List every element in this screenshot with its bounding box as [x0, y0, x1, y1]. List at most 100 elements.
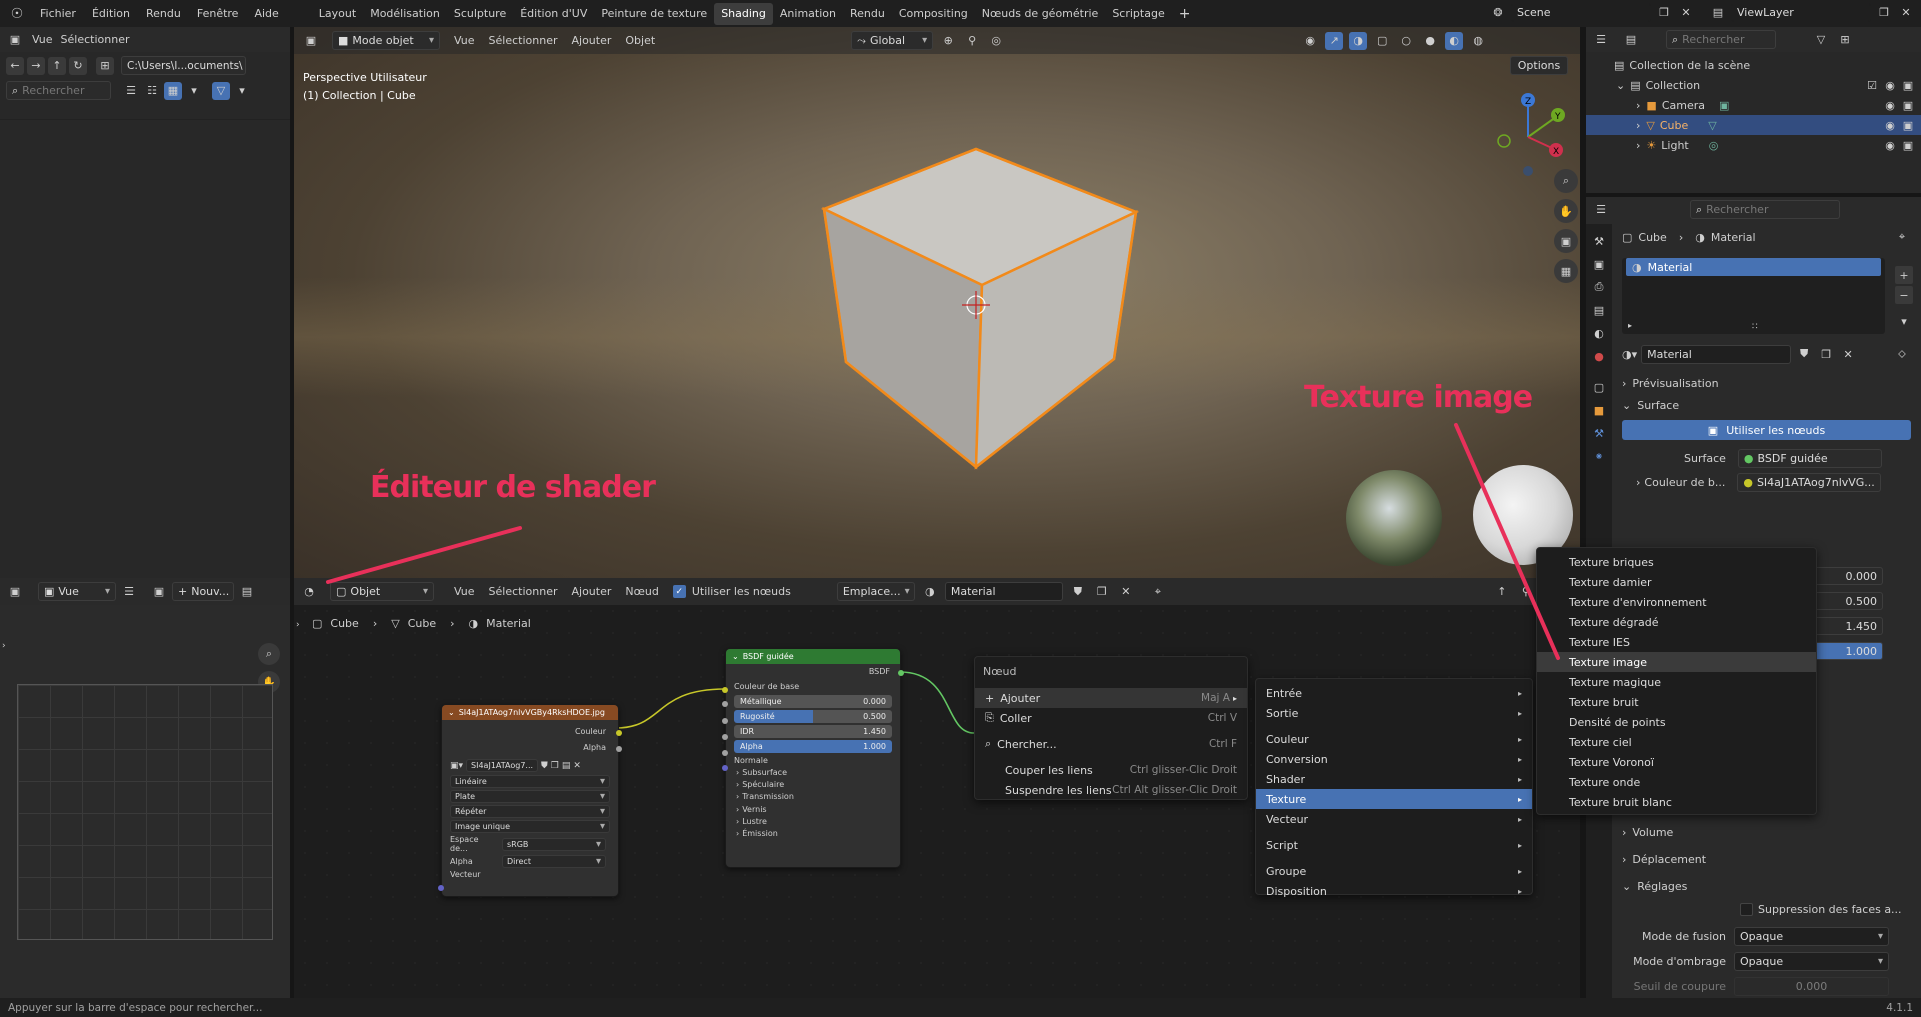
outliner-scene-collection[interactable]: ▤ Collection de la scène: [1586, 55, 1921, 75]
principled-bsdf-node[interactable]: ⌄ BSDF guidée BSDF Couleur de base Métall…: [722, 648, 904, 868]
interpolation-select[interactable]: Linéaire: [450, 775, 610, 788]
unlink-icon[interactable]: ✕: [1839, 345, 1857, 363]
viewlayer-tab-icon[interactable]: ▤: [1590, 301, 1608, 319]
display-mode-icon[interactable]: ▤: [1622, 31, 1640, 49]
add-slot-icon[interactable]: +: [1895, 266, 1913, 284]
menu-item-texture-ciel[interactable]: Texture ciel: [1537, 732, 1816, 752]
camera-view-icon[interactable]: ▣: [1554, 229, 1578, 253]
editor-type-icon[interactable]: ▣: [6, 583, 24, 601]
file-list[interactable]: [0, 119, 290, 578]
properties-search-input[interactable]: ⌕ Rechercher: [1690, 200, 1840, 219]
ior-input-socket[interactable]: [722, 734, 728, 740]
view-select[interactable]: ▣ Vue: [38, 582, 116, 601]
image-texture-node[interactable]: ⌄ SI4aJ1ATAog7nlvVGBy4RksHDOE.jpg Couleur…: [438, 704, 622, 897]
tab-animation[interactable]: Animation: [773, 3, 843, 25]
menu-item-texture-voronoi[interactable]: Texture Voronoï: [1537, 752, 1816, 772]
menu-item-vecteur[interactable]: Vecteur ▸: [1256, 809, 1532, 829]
shader-editor[interactable]: ◔ ▢Objet Vue Sélectionner Ajouter Nœud ✓…: [294, 470, 1580, 998]
clip-threshold-field[interactable]: 0.000: [1734, 977, 1889, 996]
navigation-gizmo[interactable]: Z Y X: [1494, 87, 1574, 177]
outliner-search-input[interactable]: ⌕ Rechercher: [1666, 30, 1776, 49]
tool-tab-icon[interactable]: ⚒: [1590, 232, 1608, 250]
panel-subsurface[interactable]: › Subsurface: [736, 767, 900, 779]
list-vertical-icon[interactable]: ☰: [122, 82, 140, 100]
menu-rendu[interactable]: Rendu: [138, 3, 189, 25]
fake-user-icon[interactable]: ⛊: [541, 761, 548, 771]
ortho-grid-icon[interactable]: ▦: [1554, 259, 1578, 283]
pin-icon[interactable]: ⌖: [1893, 228, 1911, 246]
menu-item-suspendre-liens[interactable]: Suspendre les liens Ctrl Alt glisser-Clic…: [975, 780, 1247, 800]
menu-item-texture-environnement[interactable]: Texture d'environnement: [1537, 592, 1816, 612]
blender-logo-icon[interactable]: ☉: [8, 5, 26, 23]
metallic-input-socket[interactable]: [722, 701, 728, 707]
panel-sheen[interactable]: › Lustre: [736, 816, 900, 828]
material-slot[interactable]: ◑ Material: [1626, 258, 1881, 276]
scene-icon[interactable]: ❂: [1489, 4, 1507, 22]
editor-type-icon[interactable]: ▣: [6, 31, 24, 49]
ior-field[interactable]: IDR 1.450: [734, 725, 892, 738]
scene-field[interactable]: Scene: [1511, 3, 1651, 22]
filter-chevron-icon[interactable]: ▾: [233, 82, 251, 100]
camera-render-icon[interactable]: ▣: [1899, 96, 1917, 114]
menu-item-coller[interactable]: ⎘ Coller Ctrl V: [975, 708, 1247, 728]
menu-item-texture-image[interactable]: Texture image: [1537, 652, 1816, 672]
menu-item-conversion[interactable]: Conversion ▸: [1256, 749, 1532, 769]
new-folder-icon[interactable]: ⊞: [96, 56, 114, 75]
eye-icon[interactable]: ◉: [1881, 76, 1899, 94]
alpha-output-socket[interactable]: [616, 746, 622, 752]
outliner-camera[interactable]: › ■ Camera ▣ ◉ ▣: [1586, 95, 1921, 115]
section-volume[interactable]: › Volume: [1622, 821, 1673, 843]
forward-icon[interactable]: →: [27, 56, 45, 75]
tab-modelisation[interactable]: Modélisation: [363, 3, 447, 25]
image-browse-icon[interactable]: ▣▾: [450, 761, 463, 771]
add-workspace-icon[interactable]: +: [1172, 3, 1198, 25]
material-name-field[interactable]: Material: [1641, 344, 1792, 364]
tab-layout[interactable]: Layout: [312, 3, 363, 25]
normal-input-socket[interactable]: [722, 765, 728, 771]
resize-handle-icon[interactable]: ∷: [1752, 322, 1758, 332]
object-tab-icon[interactable]: ■: [1590, 401, 1608, 419]
use-nodes-button[interactable]: ▣ Utiliser les nœuds: [1622, 420, 1911, 440]
color-output-socket[interactable]: [616, 730, 622, 736]
menu-aide[interactable]: Aide: [246, 3, 286, 25]
menu-item-texture-damier[interactable]: Texture damier: [1537, 572, 1816, 592]
new-image-button[interactable]: + Nouv...: [172, 582, 234, 601]
menu-item-texture-onde[interactable]: Texture onde: [1537, 772, 1816, 792]
outliner-cube[interactable]: › ▽ Cube ▽ ◉ ▣: [1586, 115, 1921, 135]
alpha-input-socket[interactable]: [722, 750, 728, 756]
hamburger-menu-icon[interactable]: ☰: [120, 583, 138, 601]
display-chevron-icon[interactable]: ▾: [185, 82, 203, 100]
bsdf-output-socket[interactable]: [898, 670, 904, 676]
alpha-field[interactable]: Alpha 1.000: [734, 740, 892, 753]
surface-shader-field[interactable]: ● BSDF guidée: [1737, 448, 1882, 468]
particles-tab-icon[interactable]: ⁕: [1590, 447, 1608, 465]
checkbox-icon[interactable]: ☑: [1863, 76, 1881, 94]
new-scene-icon[interactable]: ❐: [1655, 4, 1673, 22]
eye-icon[interactable]: ◉: [1881, 116, 1899, 134]
back-icon[interactable]: ←: [6, 56, 24, 75]
roughness-input-socket[interactable]: [722, 718, 728, 724]
extension-select[interactable]: Répéter: [450, 805, 610, 818]
menu-item-ajouter[interactable]: + Ajouter Maj A ▸: [975, 688, 1247, 708]
menu-item-texture[interactable]: Texture ▸: [1256, 789, 1532, 809]
viewlayer-field[interactable]: ViewLayer: [1731, 3, 1871, 22]
tab-compositing[interactable]: Compositing: [892, 3, 975, 25]
output-tab-icon[interactable]: ⎙: [1590, 278, 1608, 296]
menu-item-script[interactable]: Script ▸: [1256, 835, 1532, 855]
section-settings[interactable]: ⌄ Réglages: [1622, 875, 1687, 897]
panel-emission[interactable]: › Émission: [736, 828, 900, 840]
delete-viewlayer-icon[interactable]: ✕: [1897, 4, 1915, 22]
world-tab-icon[interactable]: ●: [1590, 347, 1608, 365]
menu-item-texture-magique[interactable]: Texture magique: [1537, 672, 1816, 692]
unlink-icon[interactable]: ✕: [573, 761, 581, 771]
eye-icon[interactable]: ◉: [1881, 136, 1899, 154]
colorspace-select[interactable]: sRGB: [502, 837, 606, 851]
roughness-field[interactable]: Rugosité 0.500: [734, 710, 892, 723]
menu-item-sortie[interactable]: Sortie ▸: [1256, 703, 1532, 723]
refresh-icon[interactable]: ↻: [69, 56, 87, 75]
base-color-field[interactable]: ● SI4aJ1ATAog7nlvVG...: [1737, 472, 1882, 492]
tab-rendu[interactable]: Rendu: [843, 3, 892, 25]
panel-specular[interactable]: › Spéculaire: [736, 779, 900, 791]
menu-item-shader[interactable]: Shader ▸: [1256, 769, 1532, 789]
list-horizontal-icon[interactable]: ☷: [143, 82, 161, 100]
